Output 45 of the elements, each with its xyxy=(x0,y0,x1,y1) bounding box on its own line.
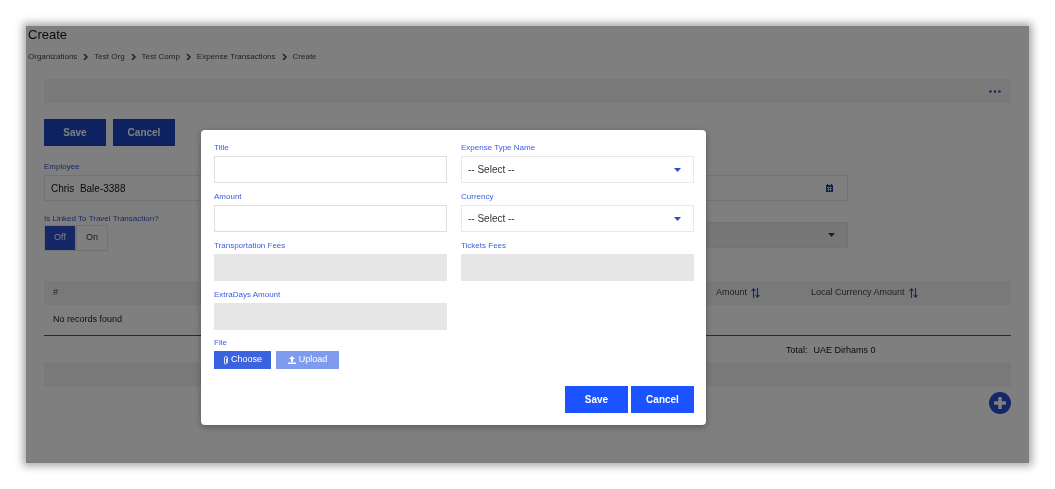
paperclip-icon xyxy=(223,355,228,365)
add-icon[interactable] xyxy=(989,392,1011,414)
field-label: Amount xyxy=(214,192,243,203)
input-field[interactable] xyxy=(214,205,447,232)
cancel-button[interactable]: Cancel xyxy=(113,119,175,146)
sort-icon[interactable] xyxy=(751,288,761,298)
input-field[interactable] xyxy=(214,156,447,183)
column-header[interactable]: Amount xyxy=(716,286,748,300)
page-title: Create xyxy=(27,26,69,43)
toggle-option[interactable]: On xyxy=(76,225,108,251)
field-label: File xyxy=(214,338,228,349)
calendar-icon xyxy=(826,184,833,192)
cancel-button[interactable]: Cancel xyxy=(631,386,694,413)
field-label: Employee xyxy=(44,162,80,172)
field-label: Title xyxy=(214,143,230,154)
chevron-icon xyxy=(130,54,136,60)
chevron-icon xyxy=(185,54,191,60)
field-label: Transportation Fees xyxy=(214,241,287,252)
select-field[interactable]: -- Select -- xyxy=(461,205,694,232)
breadcrumb-link[interactable]: Expense Transactions xyxy=(196,51,276,63)
toggle-option[interactable]: Off xyxy=(44,225,76,251)
chevron-icon xyxy=(281,54,287,60)
breadcrumb-link[interactable]: Test Org xyxy=(94,51,125,63)
field-label: Currency xyxy=(461,192,495,203)
total-value: UAE Dirhams 0 xyxy=(813,343,876,357)
caret-icon xyxy=(828,233,835,237)
column-header[interactable]: Local Currency Amount xyxy=(811,286,905,300)
breadcrumb-link[interactable]: Test Comp xyxy=(141,51,180,63)
field-label: Tickets Fees xyxy=(461,241,508,252)
chevron-icon xyxy=(83,54,89,60)
field-label: Expense Type Name xyxy=(461,143,537,154)
sort-icon[interactable] xyxy=(908,288,918,298)
empty-message: No records found xyxy=(52,313,124,326)
save-button[interactable]: Save xyxy=(44,119,106,146)
breadcrumb-link[interactable]: Organizations xyxy=(28,51,78,63)
save-button[interactable]: Save xyxy=(565,386,628,413)
upload-icon xyxy=(287,356,296,364)
column-header: # xyxy=(53,286,58,300)
total-label: Total: xyxy=(786,343,808,357)
field-label: ExtraDays Amount xyxy=(214,290,282,301)
choose-button[interactable]: Choose xyxy=(214,351,271,369)
field-label: Is Linked To Travel Transaction? xyxy=(44,214,159,224)
select-field[interactable]: -- Select -- xyxy=(461,156,694,183)
caret-icon xyxy=(674,167,681,172)
more-icon[interactable] xyxy=(989,89,1001,93)
